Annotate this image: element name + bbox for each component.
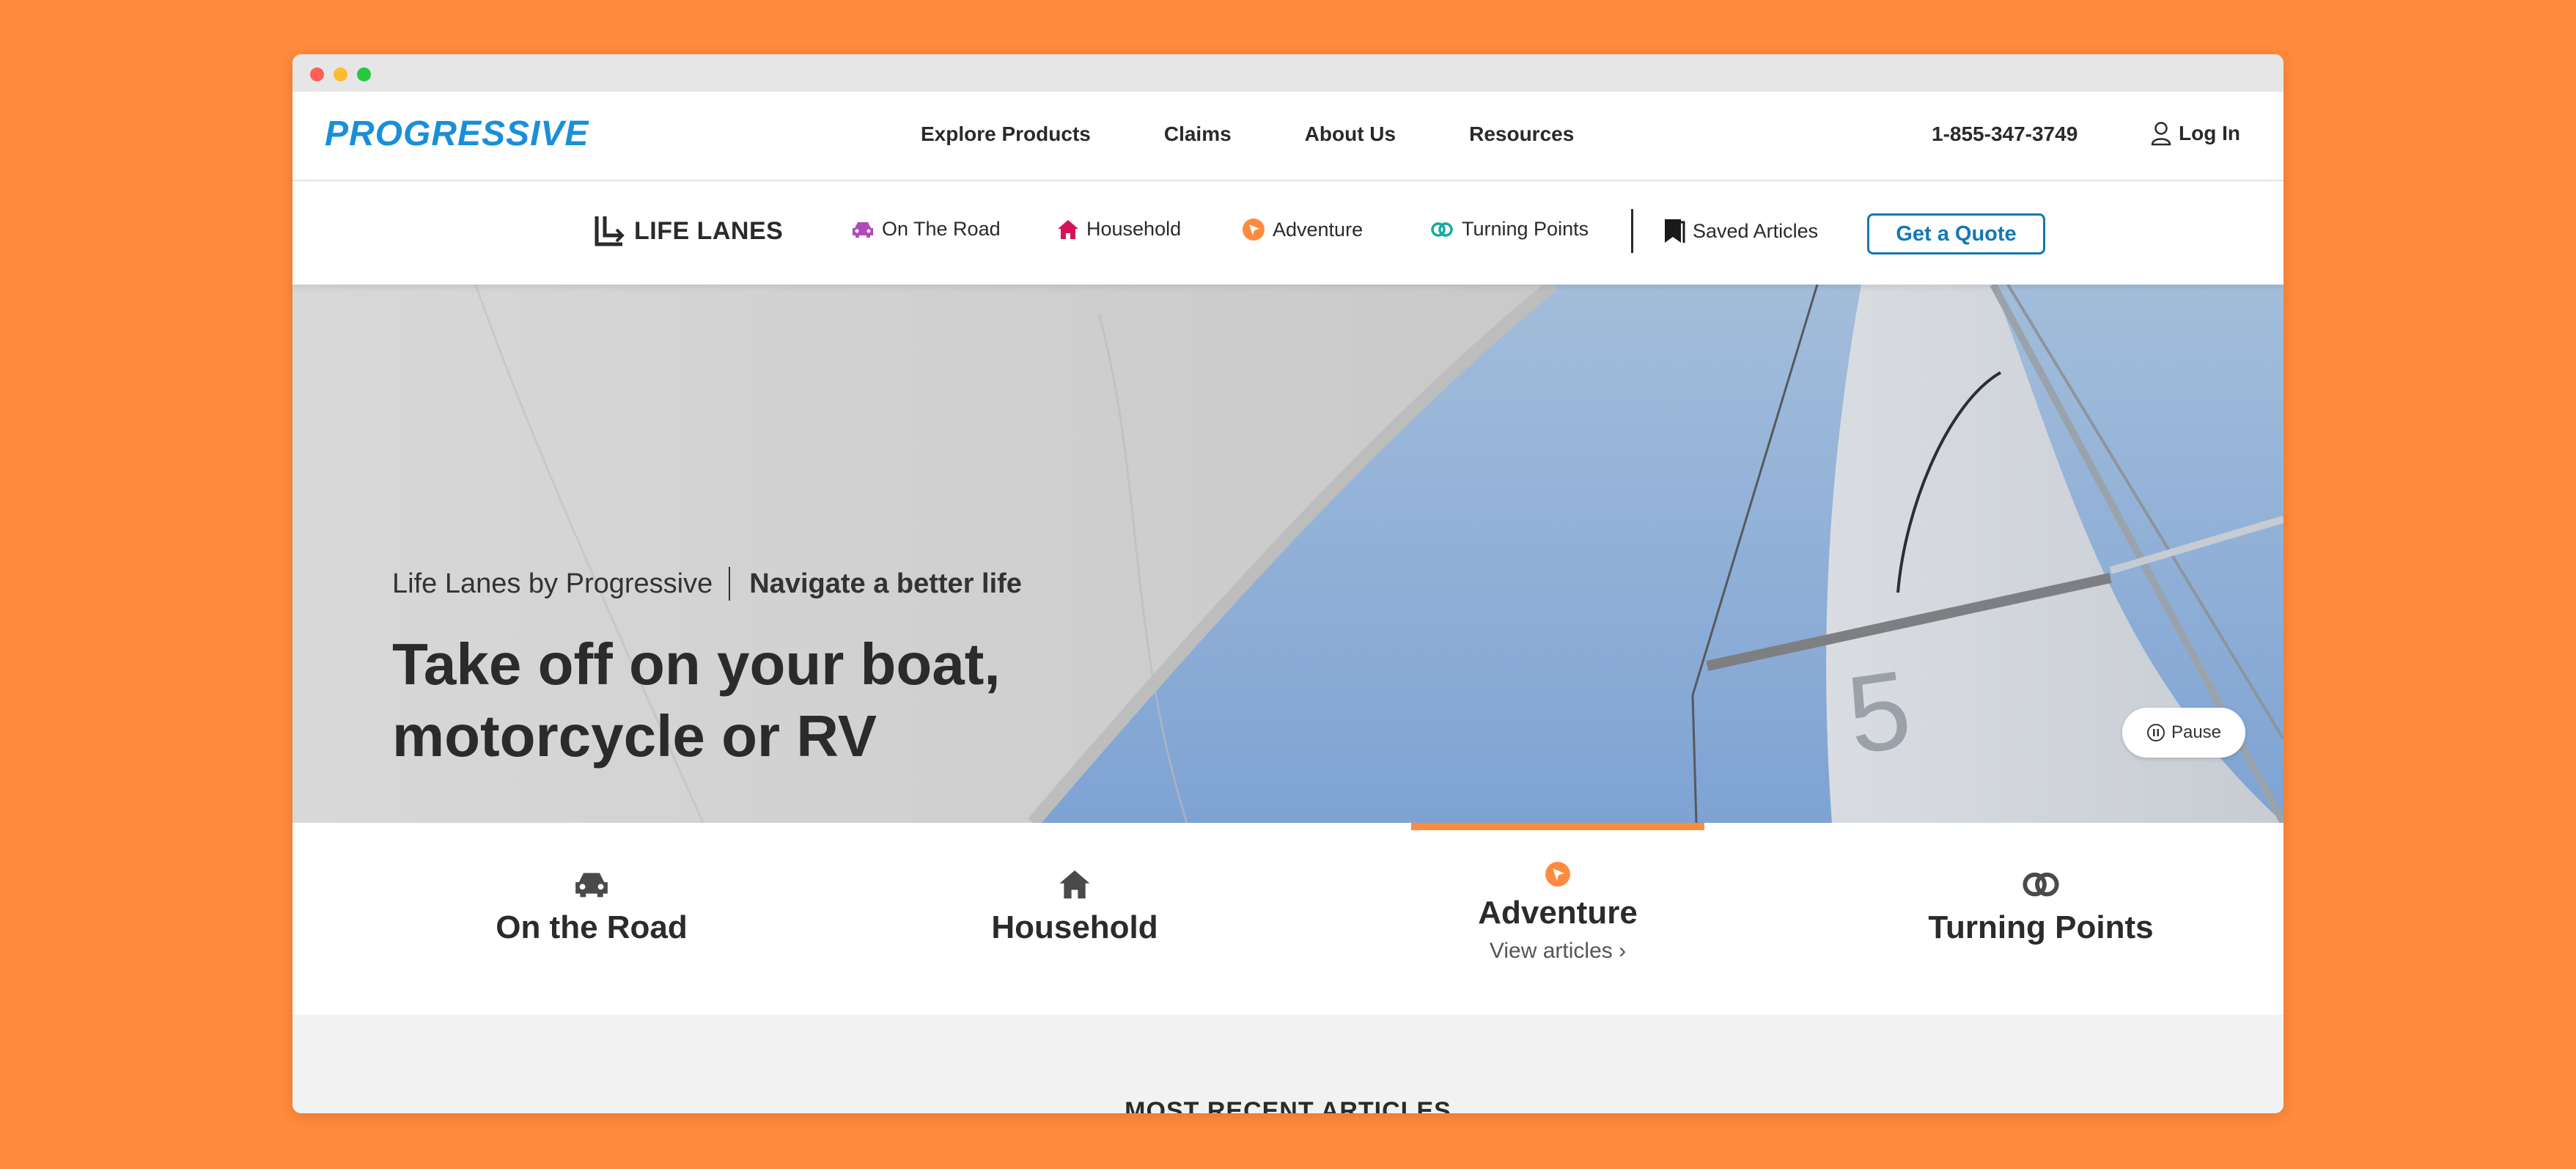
rings-icon xyxy=(2023,872,2059,897)
category-household[interactable]: Household xyxy=(928,823,1221,1015)
life-lanes-brand[interactable]: LIFE LANES xyxy=(595,215,783,247)
house-icon xyxy=(1058,219,1078,239)
recent-articles-section: MOST RECENT ARTICLES xyxy=(292,1015,2284,1113)
subnav-label: Turning Points xyxy=(1462,218,1589,240)
nav-resources[interactable]: Resources xyxy=(1469,122,1574,146)
phone-number-link[interactable]: 1-855-347-3749 xyxy=(1932,122,2078,146)
main-nav: Explore Products Claims About Us Resourc… xyxy=(921,122,1647,146)
rings-icon xyxy=(1431,221,1453,237)
life-lanes-nav: LIFE LANES On The Road Household Adventu… xyxy=(292,181,2284,285)
minimize-window-button[interactable] xyxy=(334,67,347,81)
view-articles-link[interactable]: View articles › xyxy=(1490,939,1626,964)
subnav-label: Adventure xyxy=(1273,218,1364,241)
saved-articles-label: Saved Articles xyxy=(1693,219,1819,242)
nav-about-us[interactable]: About Us xyxy=(1305,122,1396,146)
life-lanes-title: LIFE LANES xyxy=(634,216,784,245)
house-icon xyxy=(1059,870,1090,899)
headline-line-2: motorcycle or RV xyxy=(392,703,877,769)
category-label: Adventure xyxy=(1478,895,1638,931)
saved-articles-link[interactable]: Saved Articles xyxy=(1663,218,1818,244)
subnav-on-the-road[interactable]: On The Road xyxy=(851,218,1001,241)
get-a-quote-button[interactable]: Get a Quote xyxy=(1867,213,2045,254)
headline-line-1: Take off on your boat, xyxy=(392,631,1001,697)
subnav-divider xyxy=(1631,209,1633,253)
category-on-the-road[interactable]: On the Road xyxy=(445,823,738,1015)
nav-claims[interactable]: Claims xyxy=(1164,122,1232,146)
top-navigation: PROGRESSIVE Explore Products Claims Abou… xyxy=(292,92,2284,181)
tagline-divider xyxy=(729,567,731,601)
category-adventure[interactable]: Adventure View articles › xyxy=(1411,823,1704,1015)
compass-icon xyxy=(1545,862,1570,887)
tagline-brand: Life Lanes by Progressive xyxy=(392,568,713,599)
login-button[interactable]: Log In xyxy=(2151,121,2240,146)
compass-icon xyxy=(1243,219,1265,241)
hero-tagline: Life Lanes by Progressive Navigate a bet… xyxy=(392,567,1022,601)
pause-label: Pause xyxy=(2171,722,2222,742)
user-icon xyxy=(2151,122,2171,146)
tagline-slogan: Navigate a better life xyxy=(749,568,1022,599)
nav-explore-products[interactable]: Explore Products xyxy=(921,122,1091,146)
window-titlebar xyxy=(292,54,2284,92)
carousel-pause-button[interactable]: Pause xyxy=(2122,708,2245,758)
pause-icon xyxy=(2146,724,2165,741)
subnav-household[interactable]: Household xyxy=(1057,218,1181,241)
category-tabs: On the Road Household Adventure View art… xyxy=(292,823,2284,1015)
progressive-logo[interactable]: PROGRESSIVE xyxy=(325,114,589,154)
category-label: Household xyxy=(991,909,1158,945)
category-turning-points[interactable]: Turning Points xyxy=(1894,823,2187,1015)
subnav-label: On The Road xyxy=(882,218,1001,240)
maximize-window-button[interactable] xyxy=(357,67,371,81)
close-window-button[interactable] xyxy=(310,67,324,81)
hero-headline: Take off on your boat, motorcycle or RV xyxy=(392,629,1022,772)
bookmark-icon xyxy=(1665,219,1685,243)
subnav-adventure[interactable]: Adventure xyxy=(1242,218,1363,241)
life-lanes-logo-icon xyxy=(595,216,625,246)
category-label: Turning Points xyxy=(1928,909,2154,945)
login-label: Log In xyxy=(2179,122,2240,144)
subnav-label: Household xyxy=(1086,218,1182,240)
subnav-turning-points[interactable]: Turning Points xyxy=(1429,218,1589,241)
browser-window: PROGRESSIVE Explore Products Claims Abou… xyxy=(292,54,2284,1113)
recent-articles-heading: MOST RECENT ARTICLES xyxy=(1125,1097,1451,1113)
hero-text: Life Lanes by Progressive Navigate a bet… xyxy=(392,567,1022,772)
category-label: On the Road xyxy=(496,909,688,945)
car-icon xyxy=(853,221,873,238)
car-icon xyxy=(575,873,608,898)
hero-banner: 5 Life Lanes by Progressive Navigate a b… xyxy=(292,285,2284,823)
